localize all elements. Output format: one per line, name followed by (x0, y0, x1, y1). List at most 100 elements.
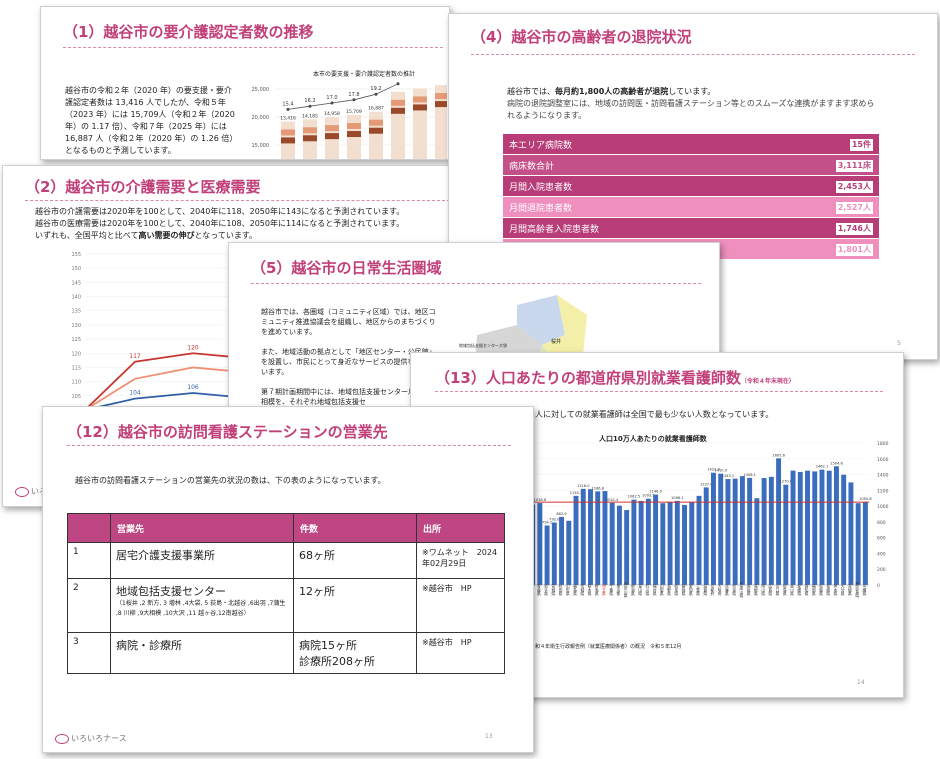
y-tick-label: 1400 (877, 473, 889, 479)
table-row: 月間高齢者入院患者数 1,746人 (503, 218, 879, 239)
bar (739, 476, 745, 585)
x-tick-label: 兵庫県 (724, 584, 730, 597)
bar-value-label: 13,416 (280, 115, 296, 121)
bar-segment (281, 137, 295, 144)
x-tick-label: 石川県 (645, 584, 651, 596)
bar (848, 482, 854, 585)
x-tick-label: 埼玉県 (601, 584, 607, 597)
slide-title: （1）越谷市の要介護認定者数の推移 (63, 23, 314, 41)
y-tick-label: 110 (71, 380, 81, 386)
slide-body-line1: 越谷市の介護需要は2020年を100として、2040年に118、2050年に14… (35, 207, 405, 216)
bar (747, 477, 753, 585)
page-number: 14 (857, 679, 865, 686)
bar (588, 489, 593, 585)
bar-value-label: 1504.8 (830, 461, 843, 465)
slide-title: （4）越谷市の高齢者の退院状況 (471, 28, 692, 46)
title-divider (25, 200, 455, 201)
bar (776, 458, 782, 585)
bar (689, 502, 695, 585)
table-row: 本エリア病院数 15件 (503, 134, 879, 155)
bar-segment (435, 93, 447, 100)
bar-value-label: 1130.3 (570, 491, 583, 495)
logo-icon (55, 733, 69, 744)
slide-title: （2）越谷市の介護需要と医療需要 (25, 178, 261, 196)
bar-segment (347, 123, 361, 130)
slide-body-line3: いずれも、全国平均と比べて高い需要の伸びとなっています。 (35, 230, 257, 242)
title-divider (251, 283, 701, 284)
row-label: 月間入院患者数 (509, 183, 573, 193)
y-tick-label: 115 (71, 365, 81, 371)
y-tick-label: 200 (877, 567, 886, 573)
source-note: 和４年衛生行政報告例（就業医療関係者）の概況 令和５年12月 (535, 644, 682, 650)
nurses-bar-chart: 180016001400120010008006004002000北海道1038… (529, 441, 889, 598)
cell-name: 地域包括支援センター (116, 585, 226, 598)
row-label: 病床数合計 (509, 162, 555, 172)
care-certification-chart: 25,000 20,000 15,000 13,416 14,185 14,958 15,7… (252, 81, 447, 159)
data-label: 104 (129, 390, 141, 397)
bar-value-label: 1410.9 (714, 469, 727, 473)
cell-no: 1 (67, 542, 111, 579)
bar-value-label: 1082.5 (628, 495, 641, 499)
y-tick-label: 800 (877, 520, 886, 526)
bar (812, 471, 818, 585)
x-tick-label: 宮城県 (551, 584, 557, 597)
col-no (67, 513, 111, 543)
page-number: 13 (485, 733, 493, 740)
x-tick-label: 青森県 (536, 584, 542, 597)
data-label: 106 (187, 384, 199, 391)
bar-value-label: 1066.1 (671, 496, 684, 500)
y-tick-label: 120 (71, 351, 81, 357)
bar (761, 478, 767, 585)
col-count: 件数 (293, 513, 417, 543)
bar (711, 472, 716, 585)
x-tick-label: 京都府 (710, 584, 716, 597)
row-value: 15件 (849, 139, 873, 151)
table-row: 2 地域包括支援センター （1桜井 ,2 新方, 3 増林 ,4大袋, 5 荻島… (67, 578, 505, 633)
x-tick-label: 和歌山県 (739, 582, 745, 598)
bar (580, 488, 586, 585)
bar (559, 516, 565, 585)
x-tick-label: 長崎県 (826, 584, 832, 597)
sales-table: 営業先 件数 出所 1 居宅介護支援事業所 68ヶ所 ※ワムネット 2024年0… (67, 513, 505, 674)
bar (797, 471, 803, 585)
x-tick-label: 滋賀県 (703, 584, 709, 597)
row-label: 月間高齢者入院患者数 (509, 225, 600, 235)
text-pre: いずれも、全国平均と比べて (35, 231, 139, 240)
x-tick-label: 広島県 (768, 584, 774, 597)
x-tick-label: 富山県 (638, 584, 644, 597)
text-bold: 毎月約1,800人の高齢者が退院 (555, 87, 669, 96)
x-tick-label: 高知県 (804, 584, 810, 597)
bar (645, 498, 651, 585)
row-value: 1,801人 (835, 244, 873, 256)
x-tick-label: 静岡県 (681, 584, 687, 597)
x-tick-label: 徳島県 (782, 584, 788, 597)
cell-source: ※越谷市 HP (416, 578, 505, 633)
slide-body: 越谷市の訪問看護ステーションの営業先の状況の数は、下の表のようになっています。 (75, 476, 386, 485)
y-tick-label: 155 (71, 252, 81, 258)
bar-value-label: 1038.8 (534, 498, 547, 502)
bar (833, 466, 839, 585)
bar-segment (391, 99, 405, 106)
bar (674, 500, 680, 585)
bar (790, 470, 796, 585)
slide-body-line2: 病院の退院調整室には、地域の訪問医・訪問看護ステーション等とのスムーズな連携がま… (507, 99, 875, 120)
line-value-label: 19.2 (370, 86, 381, 92)
y-tick-label: 20,000 (252, 115, 270, 121)
table-header-row: 営業先 件数 出所 (67, 513, 505, 543)
x-tick-label: 福井県 (652, 584, 658, 597)
y-tick-label: 0 (877, 583, 880, 589)
x-tick-label: 岩手県 (543, 584, 549, 597)
x-tick-label: 香川県 (789, 584, 795, 597)
bar-segment (303, 135, 317, 142)
bar (841, 474, 847, 585)
bar-segment (369, 119, 383, 126)
bar-value-label: 1041.4 (606, 498, 619, 502)
bar-value-label: 14,958 (324, 111, 340, 117)
bar (551, 522, 557, 585)
bar-segment (347, 131, 361, 138)
cell-source: ※ワムネット 2024年02月29日 (416, 542, 505, 579)
cell-source: ※越谷市 HP (416, 632, 505, 674)
slide-care-certification: （1）越谷市の要介護認定者数の推移 越谷市の令和２年（2020 年）の要支援・要… (40, 6, 450, 160)
bar-value-label: 14,185 (302, 113, 318, 119)
x-tick-label: 沖縄県 (862, 584, 868, 597)
